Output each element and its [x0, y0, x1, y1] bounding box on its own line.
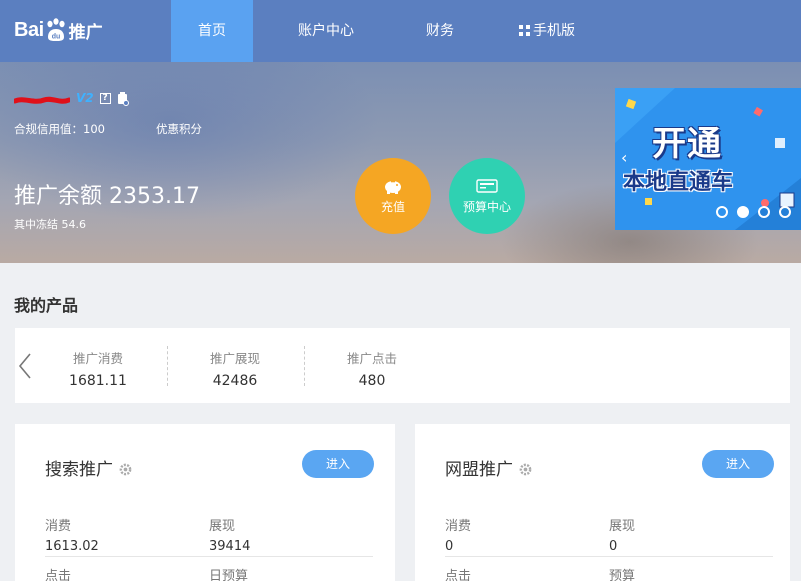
baidu-paw-icon: du	[45, 18, 67, 42]
network-clicks-label: 点击	[445, 569, 472, 581]
stat-clicks-label: 推广点击	[346, 351, 397, 366]
card-icon	[476, 178, 498, 194]
network-impressions: 展现 0	[609, 515, 635, 554]
stat-spend: 推广消费 1681.11	[43, 348, 153, 389]
search-impressions: 展现 39414	[209, 515, 250, 554]
carousel-dot-active[interactable]	[737, 206, 749, 218]
network-budget-label: 预算	[609, 569, 636, 581]
divider	[45, 556, 373, 557]
stat-spend-label: 推广消费	[72, 351, 123, 366]
budget-center-button[interactable]: 预算中心	[449, 158, 525, 234]
my-products-title: 我的产品	[14, 296, 79, 315]
nav-finance[interactable]: 财务	[405, 0, 475, 62]
stat-impressions-label: 推广展现	[209, 351, 260, 366]
carousel-dots	[716, 206, 791, 218]
network-spend: 消费 0	[445, 515, 471, 554]
network-promotion-title-text: 网盟推广	[445, 460, 513, 480]
gear-icon[interactable]	[119, 461, 132, 476]
carousel-dot[interactable]	[758, 206, 770, 218]
stat-impressions-value: 42486	[212, 373, 258, 389]
nav-home-label: 首页	[198, 23, 226, 39]
banner-headline: 开通	[652, 124, 722, 164]
piggy-bank-icon	[382, 178, 404, 194]
search-promotion-title: 搜索推广	[45, 455, 132, 480]
gear-icon[interactable]	[519, 461, 532, 476]
user-info-row: V2 ?	[12, 90, 129, 106]
nav-mobile[interactable]: 手机版	[506, 0, 588, 62]
carousel-dot[interactable]	[779, 206, 791, 218]
promo-banner-carousel[interactable]: ‹ 开通 本地直通车	[615, 88, 801, 230]
nav-account-center[interactable]: 账户中心	[285, 0, 367, 62]
frozen-amount: 其中冻结 54.6	[14, 218, 86, 231]
stat-spend-value: 1681.11	[69, 373, 127, 389]
nav-finance-label: 财务	[426, 23, 454, 39]
qr-grid-icon	[519, 0, 530, 62]
vip-level-badge[interactable]: V2	[76, 91, 94, 105]
stat-impressions: 推广展现 42486	[180, 348, 290, 389]
network-spend-value: 0	[445, 539, 454, 554]
top-nav: Bai du 推广 首页 账户中心 财务 手机版	[0, 0, 801, 62]
recharge-label: 充值	[380, 200, 405, 214]
svg-text:du: du	[51, 34, 60, 41]
search-spend-label: 消费	[45, 519, 72, 534]
account-balance: 推广余额 2353.17	[14, 184, 200, 209]
search-impressions-label: 展现	[209, 519, 236, 534]
search-promotion-title-text: 搜索推广	[45, 460, 113, 480]
credit-value: 合规信用值：100	[14, 122, 105, 136]
search-impressions-value: 39414	[209, 539, 251, 554]
logo-brand-suffix: 推广	[68, 22, 103, 43]
network-spend-label: 消费	[445, 519, 472, 534]
search-promotion-card: 搜索推广 进入 消费 1613.02 展现 39414 点击 日预算	[15, 424, 395, 581]
nav-account-center-label: 账户中心	[298, 23, 354, 39]
chevron-left-icon[interactable]	[18, 352, 32, 380]
banner-subheadline: 本地直通车	[623, 170, 734, 195]
points-link[interactable]: 优惠积分	[156, 121, 202, 137]
network-impressions-value: 0	[609, 539, 618, 554]
search-clicks-label: 点击	[45, 569, 72, 581]
network-impressions-label: 展现	[609, 519, 636, 534]
network-promotion-enter-button[interactable]: 进入	[702, 450, 774, 478]
nav-mobile-label: 手机版	[533, 23, 575, 39]
redacted-username	[12, 92, 72, 104]
logo-brand-prefix: Bai	[14, 18, 44, 41]
recharge-button[interactable]: 充值	[355, 158, 431, 234]
stat-divider	[304, 346, 305, 386]
stat-clicks: 推广点击 480	[317, 348, 427, 389]
search-spend: 消费 1613.02	[45, 515, 99, 554]
certificate-icon[interactable]	[117, 91, 129, 106]
help-icon[interactable]: ?	[99, 92, 111, 104]
search-promotion-enter-button[interactable]: 进入	[302, 450, 374, 478]
nav-home[interactable]: 首页	[171, 0, 253, 62]
network-promotion-card: 网盟推广 进入 消费 0 展现 0 点击 预算	[415, 424, 790, 581]
carousel-dot[interactable]	[716, 206, 728, 218]
divider	[445, 556, 773, 557]
search-daily-budget-label: 日预算	[209, 569, 249, 581]
network-promotion-title: 网盟推广	[445, 455, 532, 480]
product-stats-card: 推广消费 1681.11 推广展现 42486 推广点击 480	[15, 328, 790, 403]
search-spend-value: 1613.02	[45, 539, 99, 554]
budget-center-label: 预算中心	[462, 200, 511, 214]
stat-divider	[167, 346, 168, 386]
baidu-tuiguang-logo[interactable]: Bai du 推广	[14, 14, 103, 46]
stat-clicks-value: 480	[358, 373, 386, 389]
